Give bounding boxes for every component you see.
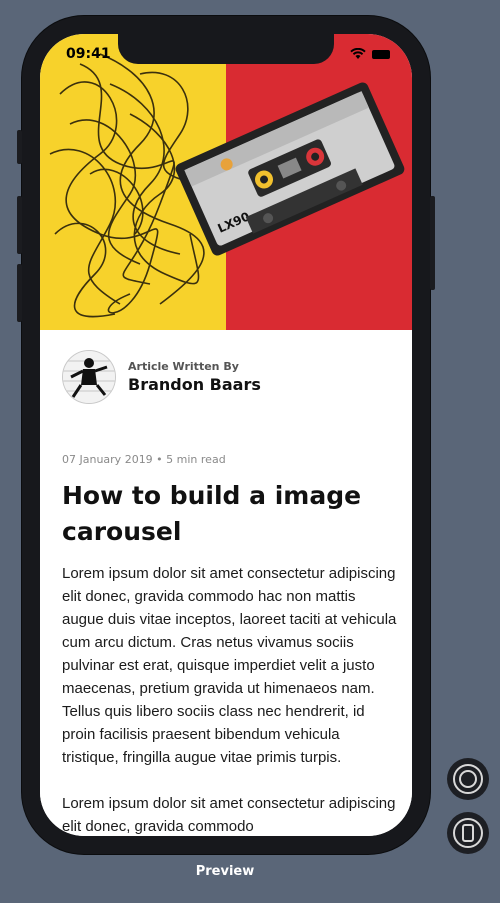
author-name[interactable]: Brandon Baars: [128, 375, 261, 394]
hero-image: LX90: [40, 34, 412, 330]
status-time: 09:41: [66, 46, 111, 62]
author-row: Article Written By Brandon Baars: [62, 350, 261, 404]
article-title: How to build a image carousel: [62, 481, 362, 546]
article-paragraph: Lorem ipsum dolor sit amet consectetur a…: [62, 795, 396, 835]
article-content: Article Written By Brandon Baars 07 Janu…: [40, 330, 412, 836]
preview-label: Preview: [195, 864, 255, 879]
author-label: Article Written By: [128, 360, 239, 373]
volume-down-button: [17, 264, 22, 322]
device-rotate-icon: [453, 818, 483, 848]
status-icons: [350, 48, 390, 60]
volume-up-button: [17, 196, 22, 254]
article-paragraph: Lorem ipsum dolor sit amet consectetur a…: [62, 565, 397, 766]
power-button: [430, 196, 435, 290]
mute-switch: [17, 130, 22, 164]
wifi-icon: [350, 48, 366, 59]
rotate-device-button[interactable]: [447, 812, 489, 854]
home-button[interactable]: [447, 758, 489, 800]
article-body: Lorem ipsum dolor sit amet consectetur a…: [62, 562, 398, 836]
notch: [118, 34, 334, 64]
article-meta: 07 January 2019 • 5 min read: [62, 453, 226, 466]
device-frame: 09:41 LX90 Article Written By Brandon Ba…: [17, 16, 435, 854]
home-button-icon: [453, 764, 483, 794]
avatar: [62, 350, 116, 404]
device-screen: 09:41 LX90 Article Written By Brandon Ba…: [40, 34, 412, 836]
battery-icon: [372, 49, 390, 59]
